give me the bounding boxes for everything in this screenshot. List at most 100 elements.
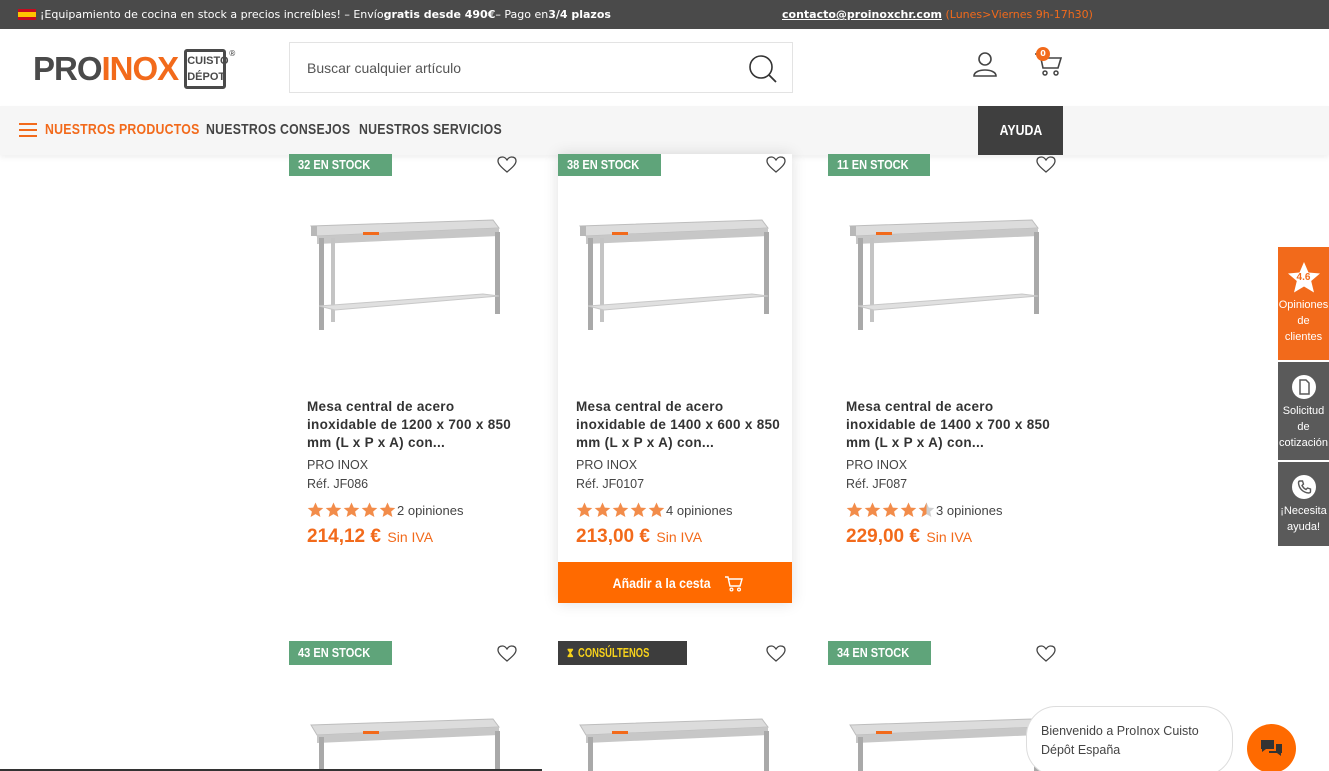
product-image[interactable] (572, 705, 774, 771)
product-card[interactable]: 38 EN STOCK Mesa central de acero inoxid… (558, 154, 792, 603)
star-icon (612, 502, 629, 517)
reviews-label-line3: clientes (1284, 331, 1323, 343)
stock-badge: ⧗ CONSÚLTENOS (558, 641, 688, 665)
quote-label-line3: cotización (1279, 437, 1328, 449)
product-image[interactable] (842, 206, 1044, 334)
help-label-line2: ayuda! (1286, 521, 1321, 533)
site-header: PROINOX CUISTO DÉPOT ® 0 (0, 29, 1329, 106)
product-rating: 2 opiniones (307, 502, 464, 518)
stock-badge: 34 EN STOCK (828, 641, 932, 665)
product-reference: Réf. JF086 (307, 477, 369, 491)
promo-mid: – Pago en (495, 8, 549, 21)
user-account-icon[interactable] (971, 50, 999, 78)
chat-welcome-line2: Dépôt España (1041, 743, 1121, 757)
wishlist-heart-icon[interactable] (766, 645, 786, 663)
wishlist-heart-icon[interactable] (497, 156, 517, 174)
price-amount: 229,00 € (846, 526, 920, 547)
promo-text: ¡Equipamiento de cocina en stock a preci… (18, 8, 611, 21)
add-to-cart-button[interactable]: Añadir a la cesta (558, 562, 792, 603)
contact-info: contacto@proinoxchr.com (Lunes>Viernes 9… (782, 8, 1093, 21)
product-reference: Réf. JF087 (846, 477, 908, 491)
help-widget[interactable]: ¡Necesita ayuda! (1278, 462, 1329, 546)
star-icon (343, 502, 360, 517)
logo-registered-mark: ® (228, 49, 237, 58)
add-to-cart-label: Añadir a la cesta (613, 574, 711, 591)
star-icon (379, 502, 396, 517)
product-price: 214,12 € Sin IVA (307, 526, 433, 548)
product-brand: PRO INOX (576, 458, 638, 472)
star-icon (361, 502, 378, 517)
menu-hamburger-icon[interactable] (19, 123, 37, 137)
star-icon (594, 502, 611, 517)
product-brand: PRO INOX (307, 458, 369, 472)
reviews-label-line2: de (1297, 315, 1310, 327)
price-amount: 213,00 € (576, 526, 650, 547)
chat-welcome-bubble[interactable]: Bienvenido a ProInox Cuisto Dépôt España (1026, 706, 1233, 771)
price-tax-note: Sin IVA (387, 529, 434, 545)
main-nav: NUESTROS PRODUCTOS NUESTROS CONSEJOS NUE… (0, 106, 1329, 155)
top-promo-bar: ¡Equipamiento de cocina en stock a preci… (0, 0, 1329, 29)
star-icon (900, 502, 917, 517)
customer-reviews-widget[interactable]: 4.6 Opiniones de clientes (1278, 247, 1329, 360)
product-title[interactable]: Mesa central de acero inoxidable de 1400… (846, 398, 1051, 452)
star-icon (846, 502, 863, 517)
wishlist-heart-icon[interactable] (1036, 645, 1056, 663)
star-icon (648, 502, 665, 517)
wishlist-heart-icon[interactable] (497, 645, 517, 663)
product-card[interactable]: 32 EN STOCK Mesa central de acero inoxid… (289, 154, 523, 594)
chat-welcome-line1: Bienvenido a ProInox Cuisto (1041, 724, 1199, 738)
logo-badge-line1: CUISTO (187, 55, 229, 67)
star-icon (576, 502, 593, 517)
product-image[interactable] (303, 206, 505, 334)
nav-our-products[interactable]: NUESTROS PRODUCTOS (45, 121, 200, 138)
wishlist-heart-icon[interactable] (766, 156, 786, 174)
nav-help-button[interactable]: AYUDA (978, 106, 1063, 155)
contact-hours: (Lunes>Viernes 9h-17h30) (945, 8, 1093, 21)
nav-our-advice[interactable]: NUESTROS CONSEJOS (206, 121, 350, 138)
help-label-line1: ¡Necesita (1280, 505, 1327, 517)
review-count[interactable]: 2 opiniones (397, 503, 464, 518)
rating-value: 4.6 (1296, 272, 1311, 283)
review-count[interactable]: 4 opiniones (666, 503, 733, 518)
star-icon (882, 502, 899, 517)
logo-pro: PRO (33, 50, 103, 87)
product-card[interactable]: ⧗ CONSÚLTENOS (558, 641, 792, 771)
site-logo[interactable]: PRO INOX CUISTO DÉPOT ® (33, 49, 236, 89)
price-tax-note: Sin IVA (656, 529, 703, 545)
product-price: 213,00 € Sin IVA (576, 526, 702, 548)
price-amount: 214,12 € (307, 526, 381, 547)
reviews-label-line1: Opiniones (1278, 299, 1329, 311)
product-card[interactable]: 11 EN STOCK Mesa central de acero inoxid… (828, 154, 1062, 594)
half-star-icon (918, 502, 935, 517)
quote-request-widget[interactable]: Solicitud de cotización (1278, 362, 1329, 460)
cart-icon (724, 575, 743, 592)
price-tax-note: Sin IVA (926, 529, 973, 545)
product-title[interactable]: Mesa central de acero inoxidable de 1400… (576, 398, 781, 452)
cart-count-badge: 0 (1036, 47, 1050, 61)
search-box (289, 42, 793, 93)
chat-open-button[interactable] (1247, 724, 1296, 771)
chat-icon (1261, 740, 1282, 756)
phone-icon (1291, 475, 1316, 499)
search-input[interactable] (290, 43, 740, 92)
product-image[interactable] (842, 705, 1044, 771)
product-title[interactable]: Mesa central de acero inoxidable de 1200… (307, 398, 512, 452)
product-rating: 4 opiniones (576, 502, 733, 518)
product-image[interactable] (303, 705, 505, 771)
promo-free-shipping: gratis desde 490€ (383, 8, 496, 21)
spain-flag-icon (18, 9, 36, 20)
nav-our-services[interactable]: NUESTROS SERVICIOS (359, 121, 502, 138)
product-image[interactable] (572, 206, 774, 334)
star-icon (307, 502, 324, 517)
product-brand: PRO INOX (846, 458, 908, 472)
stock-badge: 32 EN STOCK (289, 154, 393, 176)
contact-email-link[interactable]: contacto@proinoxchr.com (782, 8, 942, 21)
quote-label-line2: de (1297, 421, 1310, 433)
promo-installments: 3/4 plazos (548, 8, 611, 21)
review-count[interactable]: 3 opiniones (936, 503, 1003, 518)
wishlist-heart-icon[interactable] (1036, 156, 1056, 174)
search-icon[interactable] (748, 54, 778, 84)
product-reference: Réf. JF0107 (576, 477, 645, 491)
star-icon (630, 502, 647, 517)
product-card[interactable]: 43 EN STOCK (289, 641, 523, 771)
